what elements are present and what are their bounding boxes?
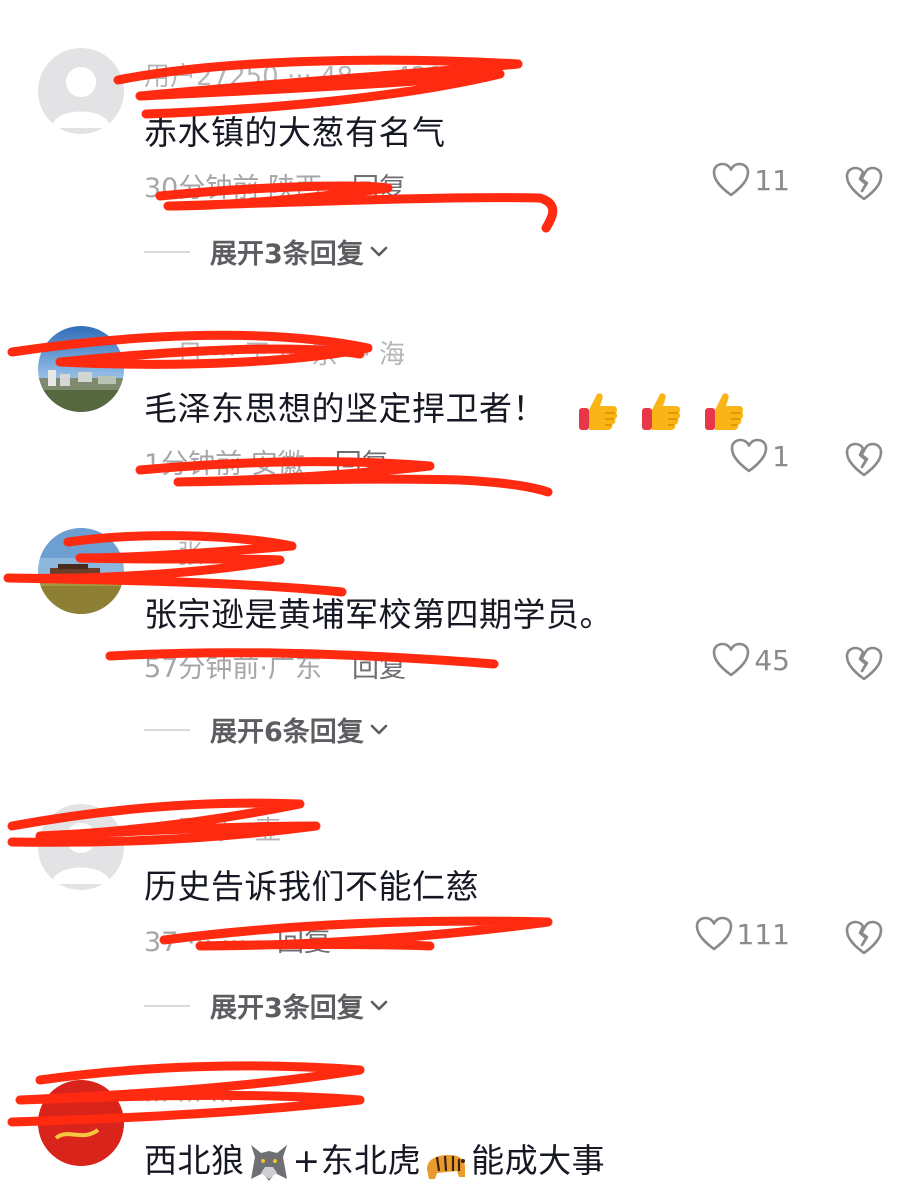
like-count: 11 bbox=[754, 163, 790, 197]
heart-outline-icon bbox=[713, 162, 750, 197]
thumbs-up-emoji bbox=[642, 392, 681, 430]
broken-heart-icon[interactable] bbox=[844, 644, 884, 684]
like-button[interactable]: 111 bbox=[695, 916, 790, 952]
tiger-emoji bbox=[427, 1154, 466, 1179]
comment-text-part: 能成大事 bbox=[471, 1141, 606, 1180]
comment-text-part: +东北虎 bbox=[292, 1141, 422, 1180]
avatar[interactable] bbox=[38, 1080, 124, 1166]
broken-heart-icon[interactable] bbox=[844, 918, 884, 958]
like-count: 1 bbox=[772, 439, 790, 473]
like-button[interactable]: 1 bbox=[730, 438, 790, 474]
heart-outline-icon bbox=[713, 642, 750, 677]
chevron-down-icon bbox=[370, 724, 388, 734]
divider-line bbox=[144, 1004, 190, 1007]
chevron-down-icon bbox=[370, 246, 388, 256]
divider-line bbox=[144, 250, 190, 253]
comment-text: 赤水镇的大葱有名气 bbox=[144, 113, 446, 152]
comment-meta: 57分钟前·广东 回复 bbox=[144, 646, 406, 685]
expand-replies-button[interactable]: 展开3条回复 bbox=[144, 986, 388, 1025]
broken-heart-icon[interactable] bbox=[844, 440, 884, 480]
expand-replies-label: 展开3条回复 bbox=[210, 993, 364, 1024]
comment-username[interactable]: ··· 愿得一壶 bbox=[144, 810, 281, 847]
comment-text-body: 毛泽东思想的坚定捍卫者！ bbox=[144, 389, 546, 428]
comment-text: 张宗逊是黄埔军校第四期学员。 bbox=[144, 595, 613, 634]
like-button[interactable]: 45 bbox=[712, 642, 790, 678]
comment-time-location: 57分钟前·广东 bbox=[144, 653, 322, 684]
comment-time-location: 30分钟前·陕西 bbox=[144, 173, 322, 204]
avatar[interactable] bbox=[38, 528, 124, 614]
reply-button[interactable]: 回复 bbox=[352, 653, 406, 684]
avatar[interactable] bbox=[38, 804, 124, 890]
expand-replies-label: 展开3条回复 bbox=[210, 239, 364, 270]
like-button[interactable]: 11 bbox=[712, 162, 790, 198]
comment-time-location: 37 ··· ··· bbox=[144, 927, 248, 958]
avatar[interactable] bbox=[38, 326, 124, 412]
reply-button[interactable]: 回复 bbox=[352, 173, 406, 204]
broken-heart-icon[interactable] bbox=[844, 164, 884, 204]
comment-meta: 30分钟前·陕西 回复 bbox=[144, 166, 406, 205]
heart-outline-icon bbox=[695, 916, 732, 951]
expand-replies-button[interactable]: 展开6条回复 bbox=[144, 710, 388, 749]
reply-button[interactable]: 回复 bbox=[335, 449, 389, 480]
comment-username[interactable]: ··· 张 ··· bbox=[144, 534, 236, 571]
chevron-down-icon bbox=[370, 1000, 388, 1010]
comment-meta: 1分钟前·安徽 回复 bbox=[144, 442, 389, 481]
thumbs-up-emoji bbox=[705, 392, 744, 430]
divider-line bbox=[144, 728, 190, 731]
wolf-emoji bbox=[250, 1144, 287, 1181]
comment-time-location: 1分钟前·安徽 bbox=[144, 449, 305, 480]
comment-username[interactable]: ··· ··· ··· bbox=[144, 1086, 235, 1116]
thumbs-up-emoji bbox=[579, 392, 618, 430]
like-count: 45 bbox=[754, 643, 790, 677]
comment-username[interactable]: ··· 日 ··· 王 ··· 京 ··· 海 bbox=[144, 334, 405, 371]
expand-replies-label: 展开6条回复 bbox=[210, 717, 364, 748]
comment-text: 历史告诉我们不能仁慈 bbox=[144, 867, 479, 906]
comment-text: 西北狼 +东北虎 能成大事 bbox=[144, 1134, 605, 1183]
comment-username[interactable]: 用户27250 ··· 48 ··· 429 bbox=[144, 56, 444, 93]
expand-replies-button[interactable]: 展开3条回复 bbox=[144, 232, 388, 271]
comment-text-part: 西北狼 bbox=[144, 1141, 245, 1180]
reply-button[interactable]: 回复 bbox=[277, 927, 331, 958]
comment-meta: 37 ··· ··· 回复 bbox=[144, 920, 331, 959]
like-count: 111 bbox=[736, 917, 790, 951]
heart-outline-icon bbox=[730, 438, 768, 473]
comment-text: 毛泽东思想的坚定捍卫者！ bbox=[144, 382, 747, 434]
avatar[interactable] bbox=[38, 48, 124, 134]
